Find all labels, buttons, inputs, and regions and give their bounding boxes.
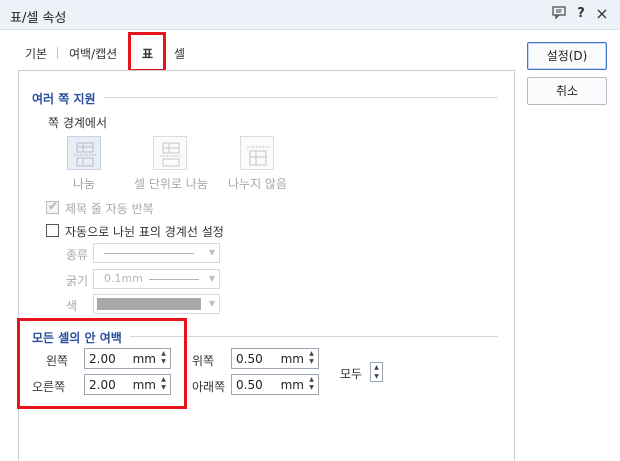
line-type-label: 종류	[66, 248, 89, 262]
bottom-margin-stepper[interactable]: 0.50 mm ▲ ▼	[231, 374, 319, 395]
split-by-cell-option[interactable]	[153, 136, 187, 170]
ok-button[interactable]: 설정(D)	[527, 42, 607, 70]
tab-basic[interactable]: 기본	[25, 45, 47, 62]
auto-border-checkbox[interactable]	[46, 224, 59, 237]
thickness-label: 굵기	[66, 274, 89, 288]
split-option-label: 나눔	[73, 177, 96, 191]
bottom-margin-value: 0.50	[236, 378, 263, 392]
split-by-cell-label: 셀 단위로 나눔	[134, 177, 208, 191]
top-margin-stepper[interactable]: 0.50 mm ▲ ▼	[231, 348, 319, 369]
arrow-down-icon[interactable]: ▼	[306, 384, 317, 392]
tab-separator	[57, 47, 58, 59]
split-by-cell-icon	[160, 142, 182, 167]
top-margin-label: 위쪽	[192, 354, 215, 368]
arrow-up-icon[interactable]: ▲	[306, 350, 317, 358]
no-split-icon	[247, 146, 269, 166]
all-margin-stepper[interactable]: ▲ ▼	[370, 362, 383, 382]
split-icon	[74, 142, 96, 167]
highlight-cell-margin	[17, 318, 187, 409]
comment-icon[interactable]	[551, 6, 567, 22]
color-swatch	[97, 298, 201, 310]
highlight-table-tab	[128, 32, 166, 72]
arrow-down-icon[interactable]: ▼	[306, 358, 317, 366]
line-type-select[interactable]: ▼	[93, 243, 220, 263]
color-select[interactable]: ▼	[93, 294, 220, 314]
cancel-button[interactable]: 취소	[527, 77, 607, 105]
split-option[interactable]	[67, 136, 101, 170]
auto-border-label: 자동으로 나뉜 표의 경계선 설정	[65, 225, 224, 239]
all-margin-label: 모두	[340, 367, 363, 381]
arrow-down-icon[interactable]: ▼	[371, 372, 382, 381]
window-title: 표/셀 속성	[10, 11, 67, 26]
arrow-up-icon[interactable]: ▲	[306, 376, 317, 384]
arrow-up-icon[interactable]: ▲	[371, 363, 382, 372]
chevron-down-icon: ▼	[208, 299, 215, 308]
repeat-title-checkbox[interactable]: ✔	[46, 199, 59, 214]
bottom-margin-unit: mm	[280, 378, 304, 392]
no-split-label: 나누지 않음	[228, 177, 288, 191]
tab-margin-caption[interactable]: 여백/캡션	[69, 45, 117, 62]
thickness-value: 0.1mm	[104, 272, 143, 285]
help-icon[interactable]: ?	[573, 6, 589, 22]
title-bar: 표/셀 속성 ? ×	[0, 0, 620, 30]
tab-cell[interactable]: 셀	[174, 45, 185, 62]
no-split-option[interactable]	[240, 136, 274, 170]
section-divider	[104, 97, 498, 98]
bottom-margin-label: 아래쪽	[192, 380, 226, 394]
thickness-select[interactable]: 0.1mm ▼	[93, 269, 220, 289]
repeat-title-label: 제목 줄 자동 반복	[65, 202, 154, 216]
multi-page-section-title: 여러 쪽 지원	[32, 92, 96, 106]
chevron-down-icon: ▼	[208, 274, 215, 283]
page-boundary-label: 쪽 경계에서	[48, 116, 108, 130]
chevron-down-icon: ▼	[208, 248, 215, 257]
color-label: 색	[66, 299, 78, 313]
close-icon[interactable]: ×	[594, 6, 610, 22]
top-margin-unit: mm	[280, 352, 304, 366]
top-margin-value: 0.50	[236, 352, 263, 366]
